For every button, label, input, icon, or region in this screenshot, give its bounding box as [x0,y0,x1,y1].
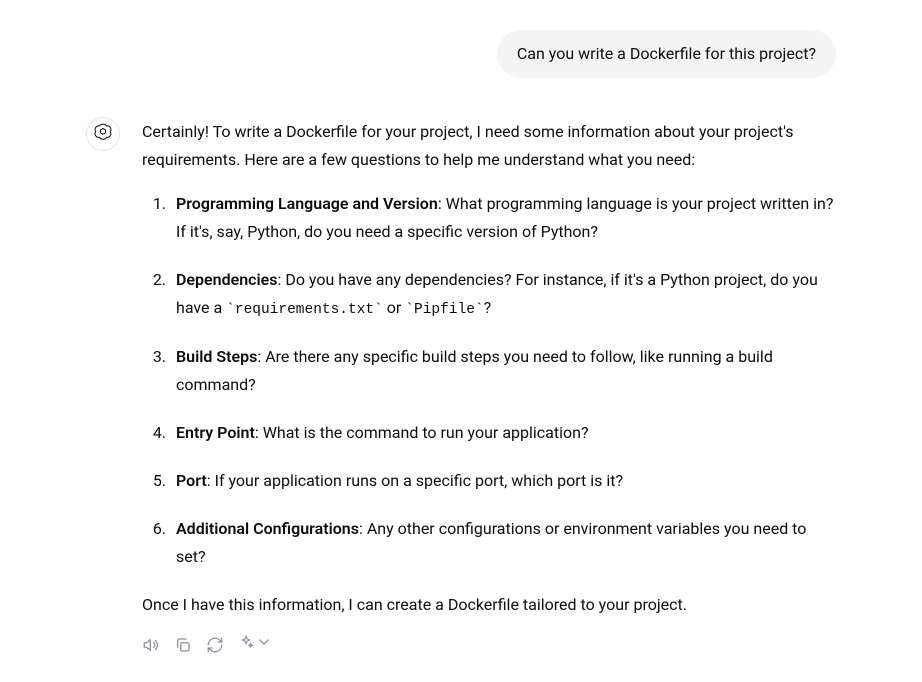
question-title: Build Steps [176,347,257,366]
user-message-text: Can you write a Dockerfile for this proj… [517,44,816,63]
question-body-suffix: ? [484,298,492,317]
copy-button[interactable] [174,636,192,654]
assistant-outro: Once I have this information, I can crea… [142,591,836,619]
refresh-icon [206,636,224,654]
copy-icon [174,636,192,654]
message-action-bar [142,631,836,659]
question-title: Entry Point [176,423,255,442]
change-model-button[interactable] [238,631,272,659]
code-snippet: `Pipfile` [405,302,483,318]
user-message-bubble: Can you write a Dockerfile for this proj… [497,30,836,78]
list-item: Dependencies: Do you have any dependenci… [170,266,836,323]
question-title: Additional Configurations [176,519,359,538]
openai-icon [93,122,113,146]
assistant-avatar [86,117,120,151]
read-aloud-button[interactable] [142,636,160,654]
chat-container: Can you write a Dockerfile for this proj… [66,0,856,659]
list-item: Programming Language and Version: What p… [170,190,836,246]
question-title: Port [176,471,207,490]
question-body: : Are there any specific build steps you… [176,347,773,394]
question-title: Programming Language and Version [176,194,438,213]
chevron-down-icon [256,631,272,659]
list-item: Entry Point: What is the command to run … [170,419,836,447]
code-snippet: `requirements.txt` [226,302,383,318]
list-item: Port: If your application runs on a spec… [170,467,836,495]
question-body: : If your application runs on a specific… [207,471,623,490]
question-title: Dependencies [176,270,277,289]
assistant-message-content: Certainly! To write a Dockerfile for you… [142,118,836,659]
question-body-mid: or [383,298,405,317]
sparkle-icon [238,631,254,659]
questions-list: Programming Language and Version: What p… [142,190,836,571]
assistant-intro: Certainly! To write a Dockerfile for you… [142,118,836,174]
list-item: Additional Configurations: Any other con… [170,515,836,571]
question-body: : What is the command to run your applic… [255,423,589,442]
list-item: Build Steps: Are there any specific buil… [170,343,836,399]
speaker-icon [142,636,160,654]
assistant-message-row: Certainly! To write a Dockerfile for you… [86,118,836,659]
regenerate-button[interactable] [206,636,224,654]
user-message-row: Can you write a Dockerfile for this proj… [86,30,836,78]
